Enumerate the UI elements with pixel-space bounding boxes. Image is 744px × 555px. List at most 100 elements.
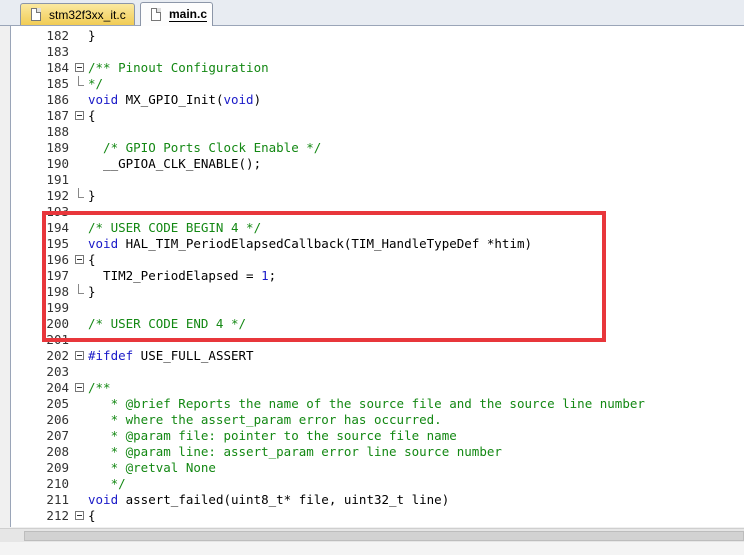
code-token: USE_FULL_ASSERT <box>133 348 254 363</box>
code-token: void <box>88 92 119 107</box>
code-token: /** Pinout Configuration <box>88 60 269 75</box>
scrollbar-thumb[interactable] <box>24 531 744 541</box>
code-line[interactable]: 194 /* USER CODE BEGIN 4 */ <box>11 220 744 236</box>
code-line[interactable]: 212 { <box>11 508 744 524</box>
code-token: /* USER CODE BEGIN 4 */ <box>88 220 262 235</box>
fold-collapse-icon[interactable] <box>75 351 84 360</box>
fold-end-marker-icon <box>78 284 84 294</box>
code-line[interactable]: 202 #ifdef USE_FULL_ASSERT <box>11 348 744 364</box>
code-line[interactable]: 211 void assert_failed(uint8_t* file, uin… <box>11 492 744 508</box>
line-number: 190 <box>46 156 69 171</box>
code-line[interactable]: 188 <box>11 124 744 140</box>
code-text: void HAL_TIM_PeriodElapsedCallback(TIM_H… <box>88 236 532 252</box>
code-line[interactable]: 195 void HAL_TIM_PeriodElapsedCallback(TI… <box>11 236 744 252</box>
code-text: void assert_failed(uint8_t* file, uint32… <box>88 492 449 508</box>
code-line[interactable]: 192} <box>11 188 744 204</box>
code-text: * where the assert_param error has occur… <box>88 412 442 428</box>
line-number: 182 <box>46 28 69 43</box>
code-text: #ifdef USE_FULL_ASSERT <box>88 348 254 364</box>
code-text: */ <box>88 76 103 92</box>
status-strip <box>0 542 744 555</box>
tab-main-c[interactable]: main.c <box>140 2 213 26</box>
code-token: TIM2_PeriodElapsed = <box>88 268 262 283</box>
code-token: __GPIOA_CLK_ENABLE(); <box>88 156 262 171</box>
code-line[interactable]: 201 <box>11 332 744 348</box>
line-number: 195 <box>46 236 69 251</box>
tab-stm32f3xx-it-c[interactable]: stm32f3xx_it.c <box>20 3 135 25</box>
line-number: 201 <box>46 332 69 347</box>
fold-collapse-icon[interactable] <box>75 255 84 264</box>
code-text: /* USER CODE END 4 */ <box>88 316 246 332</box>
code-line[interactable]: 207 * @param file: pointer to the source… <box>11 428 744 444</box>
line-number: 205 <box>46 396 69 411</box>
fold-collapse-icon[interactable] <box>75 383 84 392</box>
code-token: 1 <box>261 268 269 283</box>
line-number: 206 <box>46 412 69 427</box>
line-number: 184 <box>46 60 69 75</box>
line-number: 194 <box>46 220 69 235</box>
code-text: /** Pinout Configuration <box>88 60 269 76</box>
line-number: 183 <box>46 44 69 59</box>
code-line[interactable]: 196 { <box>11 252 744 268</box>
code-token: HAL_TIM_PeriodElapsedCallback(TIM_Handle… <box>118 236 533 251</box>
code-token: * @brief Reports the name of the source … <box>88 396 645 411</box>
code-line[interactable]: 189 /* GPIO Ports Clock Enable */ <box>11 140 744 156</box>
line-number: 203 <box>46 364 69 379</box>
code-token: assert_failed(uint8_t* file, uint32_t li… <box>118 492 450 507</box>
code-text: * @param file: pointer to the source fil… <box>88 428 457 444</box>
code-text: { <box>88 108 96 124</box>
code-text: void MX_GPIO_Init(void) <box>88 92 261 108</box>
line-number: 212 <box>46 508 69 523</box>
code-line[interactable]: 200 /* USER CODE END 4 */ <box>11 316 744 332</box>
code-line[interactable]: 208 * @param line: assert_param error li… <box>11 444 744 460</box>
code-line[interactable]: 197 TIM2_PeriodElapsed = 1; <box>11 268 744 284</box>
fold-end-marker-icon <box>78 76 84 86</box>
code-line[interactable]: 205 * @brief Reports the name of the sou… <box>11 396 744 412</box>
code-token: } <box>88 188 96 203</box>
fold-collapse-icon[interactable] <box>75 63 84 72</box>
line-number: 193 <box>46 204 69 219</box>
horizontal-scrollbar[interactable] <box>0 528 744 543</box>
tab-label: main.c <box>169 6 208 22</box>
code-line[interactable]: 193 <box>11 204 744 220</box>
fold-collapse-icon[interactable] <box>75 111 84 120</box>
code-line[interactable]: 191 <box>11 172 744 188</box>
line-number: 187 <box>46 108 69 123</box>
code-line[interactable]: 206 * where the assert_param error has o… <box>11 412 744 428</box>
code-line[interactable]: 182} <box>11 28 744 44</box>
code-line[interactable]: 185 */ <box>11 76 744 92</box>
line-number: 185 <box>46 76 69 91</box>
code-editor[interactable]: 182} 183 184/** Pinout Configuration 185 */1… <box>10 26 744 527</box>
code-token: */ <box>88 76 104 91</box>
fold-end-marker-icon <box>78 188 84 198</box>
code-text: * @retval None <box>88 460 216 476</box>
code-line[interactable]: 184 /** Pinout Configuration <box>11 60 744 76</box>
code-line[interactable]: 190 __GPIOA_CLK_ENABLE(); <box>11 156 744 172</box>
fold-collapse-icon[interactable] <box>75 511 84 520</box>
code-line[interactable]: 209 * @retval None <box>11 460 744 476</box>
code-text: * @param line: assert_param error line s… <box>88 444 502 460</box>
code-token: * @retval None <box>88 460 216 475</box>
code-token: * where the assert_param error has occur… <box>88 412 442 427</box>
code-token: { <box>88 508 96 523</box>
code-token: /* USER CODE END 4 */ <box>88 316 247 331</box>
code-line[interactable]: 204 /** <box>11 380 744 396</box>
line-number: 202 <box>46 348 69 363</box>
code-line[interactable]: 187 { <box>11 108 744 124</box>
code-text: /* GPIO Ports Clock Enable */ <box>88 140 321 156</box>
code-token: } <box>88 28 96 43</box>
code-token: #ifdef <box>88 348 134 363</box>
code-line[interactable]: 203 <box>11 364 744 380</box>
code-line[interactable]: 199 <box>11 300 744 316</box>
code-text: __GPIOA_CLK_ENABLE(); <box>88 156 261 172</box>
code-line[interactable]: 210 */ <box>11 476 744 492</box>
code-token: ) <box>253 92 262 107</box>
code-line[interactable]: 186 void MX_GPIO_Init(void) <box>11 92 744 108</box>
code-text: /** <box>88 380 111 396</box>
tab-label: stm32f3xx_it.c <box>49 7 126 22</box>
code-text: * @brief Reports the name of the source … <box>88 396 645 412</box>
code-line[interactable]: 183 <box>11 44 744 60</box>
line-number: 188 <box>46 124 69 139</box>
code-line[interactable]: 198} <box>11 284 744 300</box>
code-text: TIM2_PeriodElapsed = 1; <box>88 268 276 284</box>
